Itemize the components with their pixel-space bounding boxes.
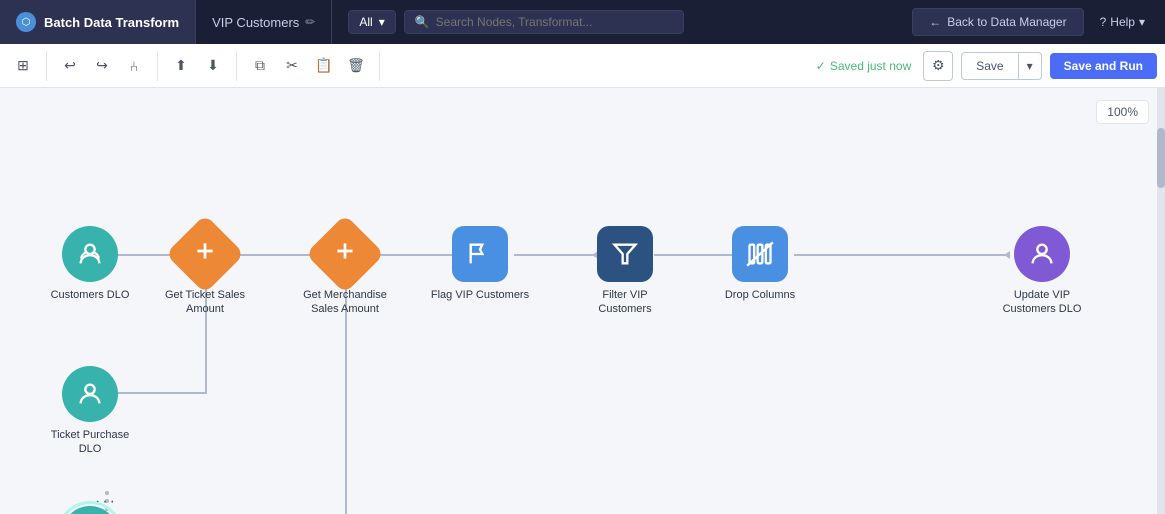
question-icon: ? (1100, 15, 1107, 29)
node-flag-vip[interactable]: Flag VIP Customers (430, 226, 530, 302)
back-to-data-manager-button[interactable]: ← Back to Data Manager (912, 8, 1083, 36)
scrollbar-thumb[interactable] (1157, 128, 1165, 188)
node-get-ticket-sales[interactable]: Get Ticket Sales Amount (150, 226, 260, 317)
nav-right-area: ← Back to Data Manager ? Help ▾ (904, 8, 1165, 36)
save-button-group: Save ▾ (961, 52, 1041, 80)
toolbar-group-edit: ⧉ ✂ 📋 🗑 (245, 51, 380, 81)
node-icon-get-merchandise-sales (305, 214, 384, 293)
redo-button[interactable]: ↪ (87, 51, 117, 81)
copy-button[interactable]: ⧉ (245, 51, 275, 81)
toolbar: ⊞ ↩ ↪ ⑃ ⬆ ⬇ ⧉ ✂ 📋 🗑 ✓ Saved just now ⚙ S… (0, 44, 1165, 88)
node-icon-flag-vip (452, 226, 508, 282)
search-box[interactable]: 🔍 (404, 10, 684, 34)
node-ticket-purchase[interactable]: Ticket Purchase DLO (40, 366, 140, 457)
filter-value: All (359, 15, 372, 29)
node-filter-vip[interactable]: Filter VIP Customers (570, 226, 680, 317)
nav-brand[interactable]: ⬡ Batch Data Transform (0, 0, 196, 44)
toolbar-group-insert: ⊞ (8, 51, 47, 81)
brand-text: Batch Data Transform (44, 15, 179, 30)
node-customers-dlo[interactable]: Customers DLO (40, 226, 140, 302)
save-button[interactable]: Save (961, 52, 1018, 80)
back-arrow-icon: ← (929, 15, 941, 29)
search-input[interactable] (436, 15, 673, 29)
node-drop-columns[interactable]: Drop Columns (710, 226, 810, 302)
node-icon-get-ticket-sales (165, 214, 244, 293)
insert-node-button[interactable]: ⊞ (8, 51, 38, 81)
upload-button[interactable]: ⬆ (166, 51, 196, 81)
search-filter-select[interactable]: All ▾ (348, 10, 395, 34)
node-label-get-ticket-sales: Get Ticket Sales Amount (155, 288, 255, 317)
help-button[interactable]: ? Help ▾ (1088, 9, 1157, 35)
brand-icon: ⬡ (16, 12, 36, 32)
node-merchandise-purchase[interactable]: Merchandise Purchase DLO (40, 506, 140, 514)
save-and-run-button[interactable]: Save and Run (1050, 53, 1157, 79)
download-button[interactable]: ⬇ (198, 51, 228, 81)
node-label-filter-vip: Filter VIP Customers (575, 288, 675, 317)
paste-button[interactable]: 📋 (309, 51, 339, 81)
node-label-ticket-purchase: Ticket Purchase DLO (40, 428, 140, 457)
node-update-vip[interactable]: Update VIP Customers DLO (982, 226, 1102, 317)
node-label-customers-dlo: Customers DLO (51, 288, 130, 302)
node-label-flag-vip: Flag VIP Customers (431, 288, 529, 302)
search-icon: 🔍 (415, 15, 430, 29)
node-icon-merchandise-purchase (62, 506, 118, 514)
delete-button[interactable]: 🗑 (341, 51, 371, 81)
node-get-merchandise-sales[interactable]: Get Merchandise Sales Amount (290, 226, 400, 317)
node-label-update-vip: Update VIP Customers DLO (992, 288, 1092, 317)
workflow-canvas[interactable]: 100% (0, 88, 1165, 514)
node-icon-drop-columns (732, 226, 788, 282)
nav-search-area: All ▾ 🔍 (332, 10, 904, 34)
toolbar-group-io: ⬆ ⬇ (166, 51, 237, 81)
nav-tab-vip-customers[interactable]: VIP Customers ✏ (196, 0, 332, 44)
edit-icon: ✏ (305, 15, 315, 29)
save-dropdown-button[interactable]: ▾ (1019, 52, 1042, 80)
chevron-down-icon: ▾ (1139, 15, 1145, 29)
cut-button[interactable]: ✂ (277, 51, 307, 81)
node-label-drop-columns: Drop Columns (725, 288, 795, 302)
chevron-down-icon: ▾ (379, 15, 385, 29)
check-icon: ✓ (816, 59, 826, 73)
node-icon-customers-dlo (62, 226, 118, 282)
node-icon-ticket-purchase (62, 366, 118, 422)
branch-button[interactable]: ⑃ (119, 51, 149, 81)
zoom-level: 100% (1096, 100, 1149, 124)
saved-status: ✓ Saved just now (816, 59, 911, 73)
top-navigation: ⬡ Batch Data Transform VIP Customers ✏ A… (0, 0, 1165, 44)
tab-label: VIP Customers (212, 15, 299, 30)
node-label-get-merchandise-sales: Get Merchandise Sales Amount (295, 288, 395, 317)
node-icon-filter-vip (597, 226, 653, 282)
undo-button[interactable]: ↩ (55, 51, 85, 81)
settings-button[interactable]: ⚙ (923, 51, 953, 81)
node-icon-update-vip (1014, 226, 1070, 282)
toolbar-group-history: ↩ ↪ ⑃ (55, 51, 158, 81)
vertical-scrollbar[interactable] (1157, 88, 1165, 514)
